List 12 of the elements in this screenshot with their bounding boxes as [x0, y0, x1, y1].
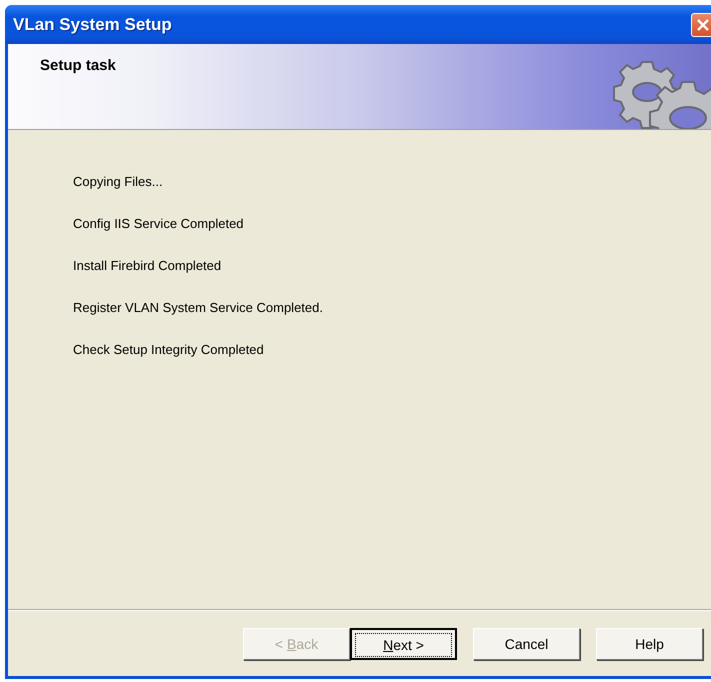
- close-icon: [697, 18, 709, 30]
- close-button[interactable]: [691, 12, 711, 36]
- window-title: VLan System Setup: [13, 14, 172, 34]
- status-message: Install Firebird Completed: [73, 257, 222, 275]
- status-message: Config IIS Service Completed: [73, 215, 245, 233]
- status-message: Copying Files...: [73, 173, 164, 191]
- status-message: Register VLAN System Service Completed.: [73, 299, 324, 317]
- status-message: Check Setup Integrity Completed: [73, 341, 265, 359]
- wizard-button[interactable]: Next >: [350, 628, 457, 660]
- wizard-button[interactable]: Help: [596, 628, 703, 660]
- wizard-button[interactable]: Cancel: [473, 628, 580, 660]
- header-title: Setup task: [40, 57, 116, 74]
